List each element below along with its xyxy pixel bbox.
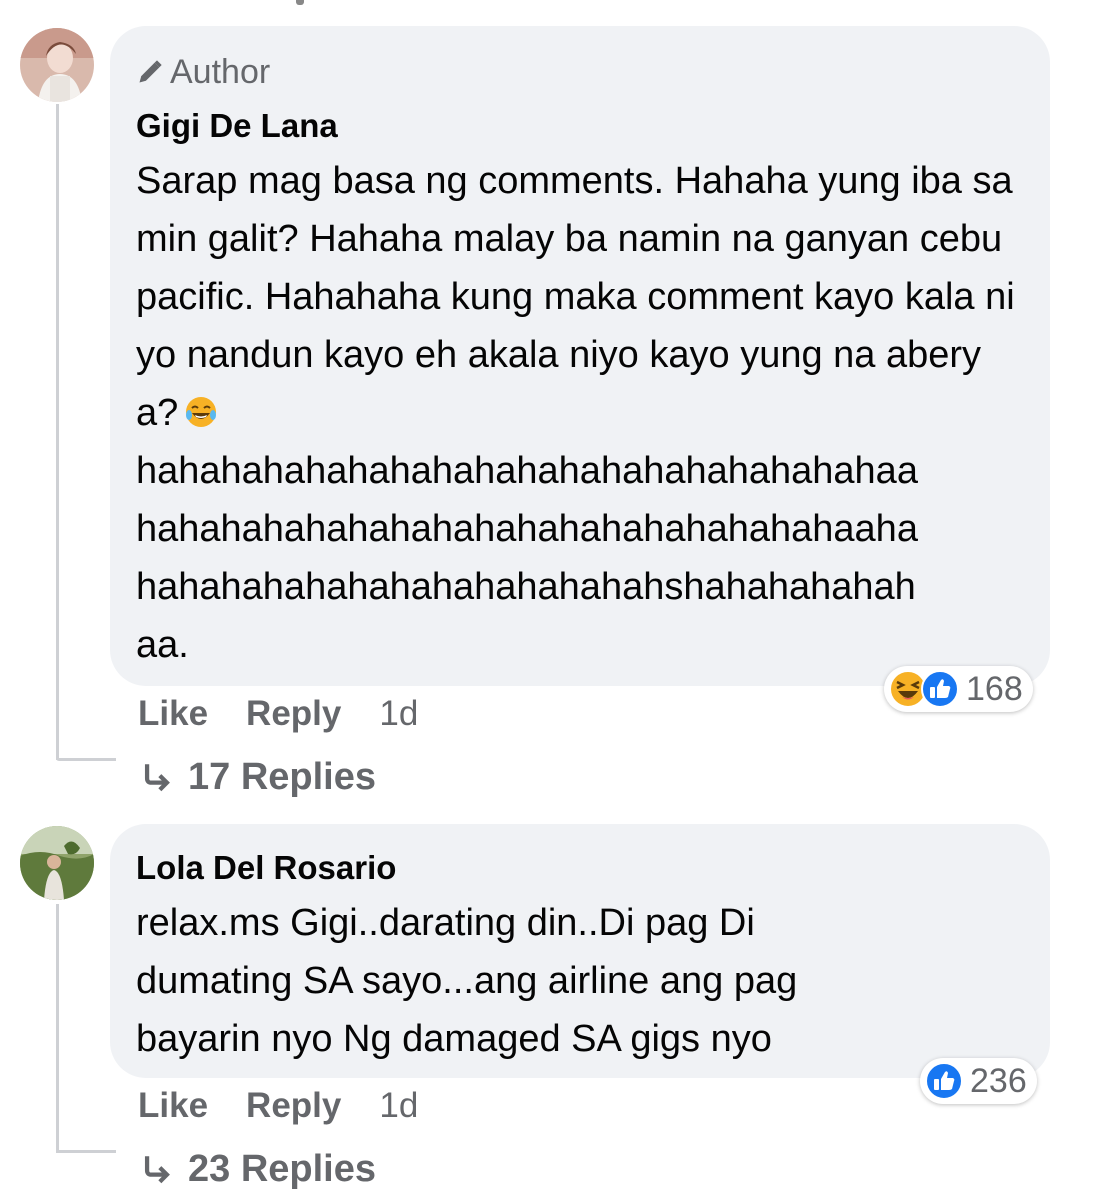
- thread-line-1-hook: [56, 758, 116, 761]
- comment-bubble: Author Gigi De Lana Sarap mag basa ng co…: [110, 26, 1050, 686]
- reaction-count: 168: [966, 669, 1023, 708]
- author-badge-label: Author: [170, 52, 271, 91]
- avatar-photo-icon: [20, 28, 94, 102]
- comment-author-name[interactable]: Gigi De Lana: [136, 106, 1024, 146]
- comment-text: relax.ms Gigi..darating din..Di pag Di d…: [136, 902, 798, 1060]
- timestamp[interactable]: 1d: [379, 694, 418, 734]
- comment-text-continued: hahahahahahahahahahahahahahahahahahaa ha…: [136, 450, 918, 666]
- timestamp[interactable]: 1d: [379, 1086, 418, 1126]
- comment-actions: Like Reply 1d: [138, 1084, 418, 1128]
- like-button[interactable]: Like: [138, 1086, 208, 1126]
- avatar[interactable]: [20, 28, 94, 102]
- like-button[interactable]: Like: [138, 694, 208, 734]
- author-badge: Author: [136, 52, 1024, 92]
- replies-count-label: 23 Replies: [188, 1147, 376, 1190]
- reply-button[interactable]: Reply: [246, 1086, 341, 1126]
- reaction-summary[interactable]: 168: [884, 666, 1033, 712]
- avatar[interactable]: [20, 826, 94, 900]
- tears-of-joy-emoji-icon: [186, 397, 217, 427]
- thread-line-2-vertical: [56, 904, 59, 1152]
- comment-bubble: Lola Del Rosario relax.ms Gigi..darating…: [110, 824, 1050, 1078]
- reaction-summary[interactable]: 236: [920, 1058, 1037, 1104]
- comment-text-main: Sarap mag basa ng comments. Hahaha yung …: [136, 160, 1015, 434]
- comment-author-name[interactable]: Lola Del Rosario: [136, 848, 1024, 888]
- reply-arrow-icon: [144, 764, 170, 792]
- replies-count-label: 17 Replies: [188, 755, 376, 798]
- reply-arrow-icon: [144, 1156, 170, 1184]
- cropped-text-fragment: [296, 0, 304, 5]
- thread-line-1-vertical: [56, 104, 59, 760]
- like-thumb-icon: [925, 1062, 963, 1100]
- thread-line-2-hook: [56, 1150, 116, 1153]
- comment-actions: Like Reply 1d: [138, 692, 418, 736]
- avatar-photo-icon: [20, 826, 94, 900]
- view-replies-link[interactable]: 23 Replies: [140, 1144, 376, 1194]
- reply-button[interactable]: Reply: [246, 694, 341, 734]
- pencil-icon: [139, 60, 162, 83]
- reaction-count: 236: [970, 1061, 1027, 1100]
- view-replies-link[interactable]: 17 Replies: [140, 752, 376, 802]
- comment-text: Sarap mag basa ng comments. Hahaha yung …: [136, 152, 1016, 674]
- like-thumb-icon: [921, 670, 959, 708]
